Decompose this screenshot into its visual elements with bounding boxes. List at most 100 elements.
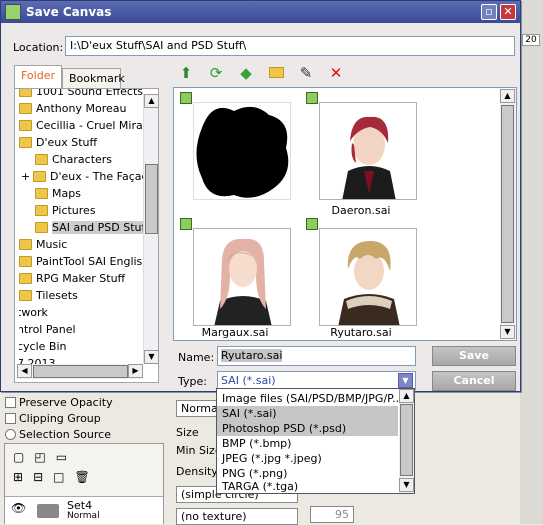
file-item[interactable]: Daeron.sai [306,92,418,222]
dropdown-scrollbar[interactable]: ▲ ▼ [399,389,414,493]
scroll-up-arrow-icon[interactable]: ▲ [144,94,159,108]
layer-folder-icon [37,504,59,518]
file-name-input[interactable]: Ryutaro.sai [217,346,416,366]
scroll-up-arrow-icon[interactable]: ▲ [399,389,414,403]
tab-bookmark[interactable]: Bookmark [62,68,125,88]
folder-icon [35,188,48,199]
rename-icon[interactable]: ✎ [297,64,315,82]
transfer-icon[interactable]: ⊟ [33,470,43,484]
tree-item[interactable]: Pictures [35,202,96,219]
chevron-down-icon[interactable]: ▼ [398,373,413,388]
tree-item[interactable]: + D'eux - The Façad [21,168,143,185]
type-option[interactable]: TARGA (*.tga) [217,479,398,494]
tree-item[interactable]: Anthony Moreau [19,100,126,117]
selection-source-radio[interactable]: Selection Source [5,428,111,441]
file-type-value: SAI (*.sai) [221,374,276,387]
scroll-thumb[interactable] [145,164,158,234]
tree-item[interactable]: Cecillia - Cruel Miracle [19,117,143,134]
tree-item[interactable]: Music [19,236,67,253]
character-portrait-margaux [194,229,290,325]
eye-icon[interactable]: 👁 [11,501,26,515]
dialog-title: Save Canvas [26,5,112,19]
scroll-thumb[interactable] [400,404,413,476]
brush-texture-select[interactable]: (no texture) [176,508,298,525]
tab-folder[interactable]: Folder [14,65,62,89]
texture-strength-field[interactable]: 95 [310,506,354,523]
scroll-left-arrow-icon[interactable]: ◀ [17,364,32,378]
type-option[interactable]: BMP (*.bmp) [217,436,398,451]
tree-item-label: D'eux Stuff [36,136,98,149]
hscroll-thumb[interactable] [33,365,128,378]
tree-item[interactable]: ntrol Panel [19,321,76,338]
merge-icon[interactable]: ⊞ [13,470,23,484]
file-type-dropdown[interactable]: Image files (SAI/PSD/BMP/JPG/P... SAI (*… [216,388,415,494]
scroll-down-arrow-icon[interactable]: ▼ [500,325,515,339]
cancel-button[interactable]: Cancel [432,371,516,391]
file-thumbnail [319,228,417,326]
save-button[interactable]: Save [432,346,516,366]
preserve-opacity-checkbox[interactable]: Preserve Opacity [5,396,113,409]
file-name: Margaux.sai [201,326,269,339]
tree-item[interactable]: twork [19,304,48,321]
folder-icon[interactable]: ▭ [56,450,67,464]
scroll-down-arrow-icon[interactable]: ▼ [399,478,414,492]
type-option[interactable]: Image files (SAI/PSD/BMP/JPG/P... [217,391,398,406]
tree-item[interactable]: RPG Maker Stuff [19,270,125,287]
type-option[interactable]: JPEG (*.jpg *.jpeg) [217,451,398,466]
scroll-thumb[interactable] [501,105,514,323]
name-label: Name: [178,351,215,364]
tree-item[interactable]: 1001 Sound Effects [19,89,143,100]
file-item[interactable]: Margaux.sai [180,218,292,339]
tree-item[interactable]: SAI and PSD Stuff [35,219,143,236]
type-option[interactable]: Photoshop PSD (*.psd) [217,421,398,436]
delete-icon[interactable]: ✕ [327,64,345,82]
tree-item[interactable]: Tilesets [19,287,78,304]
clear-icon[interactable]: □ [53,470,64,484]
preserve-opacity-label: Preserve Opacity [19,396,113,409]
sai-file-icon [180,92,192,104]
new-folder-icon[interactable] [267,64,285,82]
new-layer-copy-icon[interactable]: ◰ [34,450,45,464]
file-item[interactable] [180,92,292,212]
location-field[interactable]: I:\D'eux Stuff\SAI and PSD Stuff\ [65,36,515,56]
clipping-group-checkbox[interactable]: Clipping Group [5,412,101,425]
folder-icon [19,89,32,97]
scroll-up-arrow-icon[interactable]: ▲ [500,89,515,103]
close-button[interactable]: ✕ [500,4,516,20]
folder-icon [35,205,48,216]
layer-row[interactable]: 👁 Set4 Normal [5,496,163,524]
folder-icon [35,222,48,233]
file-name-value: Ryutaro.sai [221,349,283,362]
maximize-button[interactable]: ▫ [481,4,497,20]
type-label: Type: [178,375,207,388]
new-layer-icon[interactable]: ▢ [13,450,24,464]
file-item[interactable]: Ryutaro.sai [306,218,418,339]
tree-item-label: 7 2013 [19,357,56,364]
scroll-right-arrow-icon[interactable]: ▶ [128,364,143,378]
save-canvas-dialog: Save Canvas ▫ ✕ Location: I:\D'eux Stuff… [0,0,521,392]
tree-item[interactable]: cycle Bin [19,338,67,355]
folder-tree[interactable]: 1001 Sound Effects Anthony Moreau Cecillia… [14,88,159,383]
up-folder-icon[interactable]: ⬆ [177,64,195,82]
tree-item-label: Characters [52,153,113,166]
tree-item[interactable]: Characters [35,151,112,168]
scroll-down-arrow-icon[interactable]: ▼ [144,350,159,364]
tree-horizontal-scrollbar[interactable]: ◀ ▶ [17,364,143,379]
title-bar[interactable]: Save Canvas ▫ ✕ [1,1,520,23]
tag-icon[interactable]: ◆ [237,64,255,82]
folder-icon [33,171,46,182]
tree-item[interactable]: Maps [35,185,81,202]
expand-icon[interactable]: + [21,170,31,183]
tree-item[interactable]: PaintTool SAI English [19,253,143,270]
file-view-scrollbar[interactable]: ▲ ▼ [500,89,516,339]
trash-icon[interactable]: 🗑 [74,470,89,484]
file-view[interactable]: Daeron.sai Margaux.sai Ryutaro.sai ▲ ▼ [173,87,517,341]
tree-item[interactable]: D'eux Stuff [19,134,97,151]
side-number: 20 [522,34,540,46]
refresh-icon[interactable]: ⟳ [207,64,225,82]
type-option[interactable]: SAI (*.sai) [217,406,398,421]
tree-item-label: Cecillia - Cruel Miracle [36,119,143,132]
tree-vertical-scrollbar[interactable]: ▲ ▼ [143,94,159,364]
file-name: Ryutaro.sai [330,326,392,339]
tree-item[interactable]: 7 2013 [19,355,56,364]
